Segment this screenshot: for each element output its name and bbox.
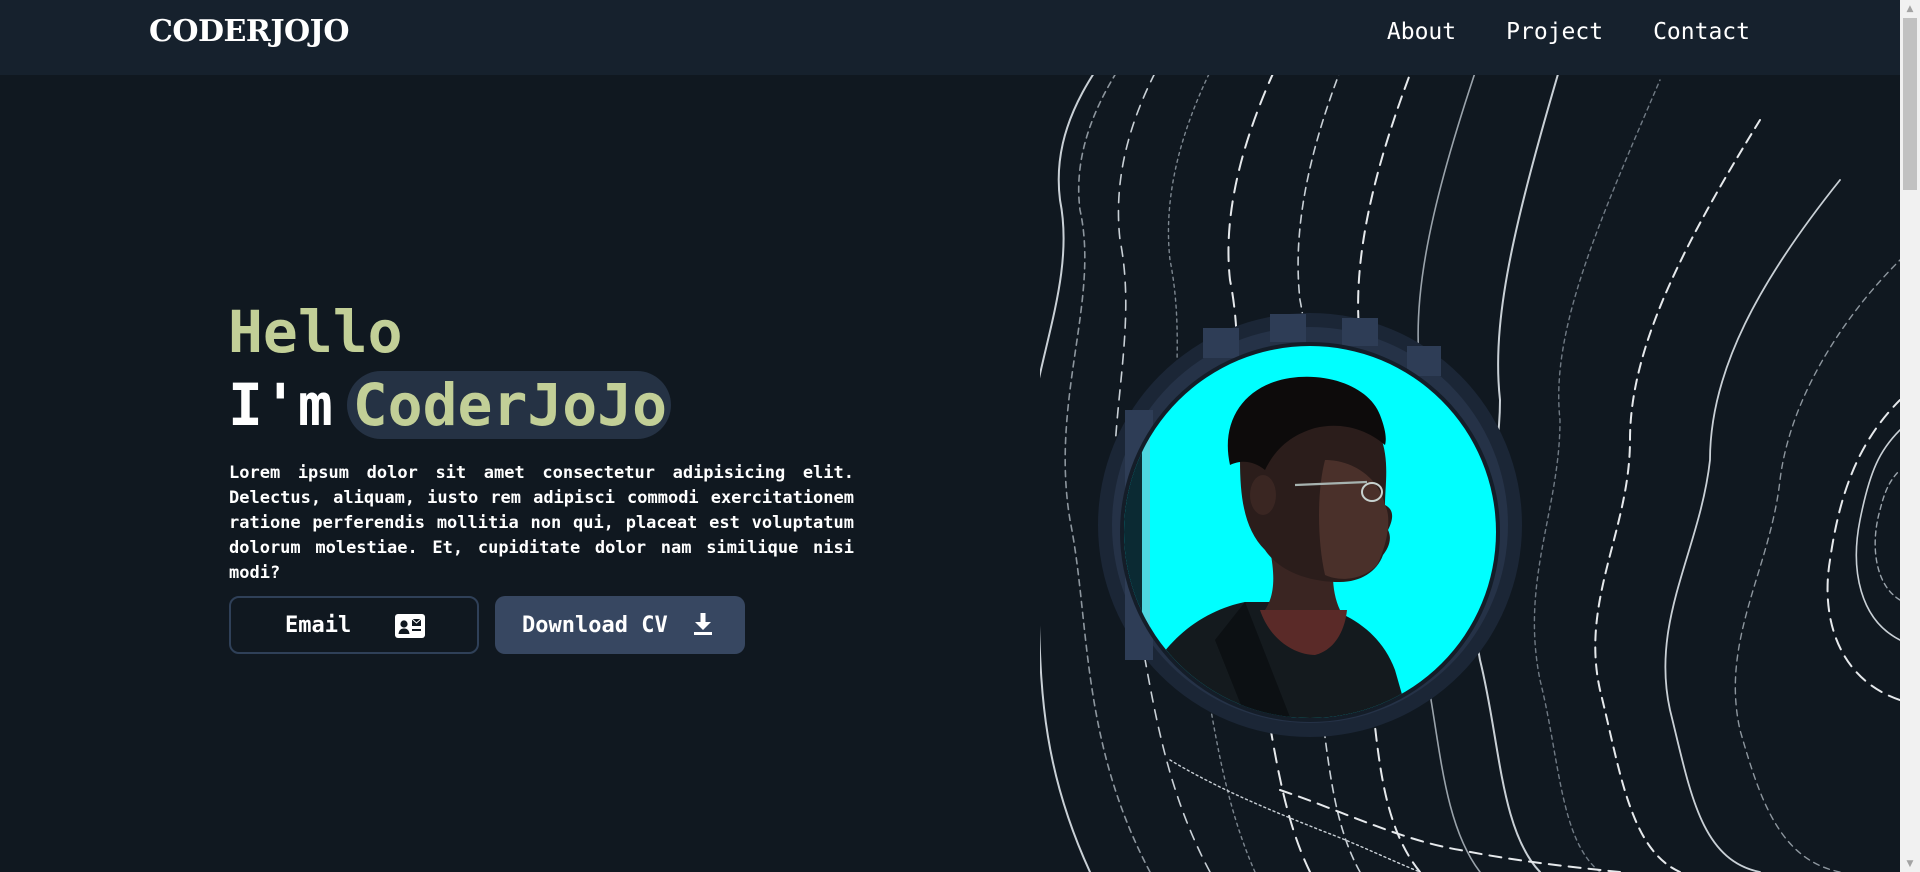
hero-greeting: Hello [228,298,403,366]
email-button[interactable]: Email [229,596,479,654]
profile-portrait [1098,313,1522,737]
hero-intro: I'm [228,371,333,439]
hero-intro-line: I'm CoderJoJo [228,370,672,440]
page: CODERJOJO About Project Contact Hello I'… [0,0,1900,872]
email-button-label: Email [285,612,352,638]
hero-name: CoderJoJo [346,371,672,439]
nav-link-project[interactable]: Project [1506,19,1603,45]
triangle-down-icon[interactable]: ▼ [1900,855,1920,872]
download-icon [694,613,712,635]
download-cv-label: Download CV [522,612,668,638]
nav-link-contact[interactable]: Contact [1653,19,1750,45]
triangle-up-icon[interactable]: ▲ [1900,0,1920,17]
navbar: CODERJOJO About Project Contact [0,0,1900,75]
vertical-scrollbar[interactable]: ▲ ▼ [1900,0,1920,872]
nav-links: About Project Contact [1387,19,1750,45]
site-logo[interactable]: CODERJOJO [149,14,349,49]
scrollbar-thumb[interactable] [1903,18,1917,190]
download-cv-button[interactable]: Download CV [495,596,745,654]
nav-link-about[interactable]: About [1387,19,1456,45]
hero-description: Lorem ipsum dolor sit amet consectetur a… [229,463,854,583]
id-card-icon [395,614,425,638]
